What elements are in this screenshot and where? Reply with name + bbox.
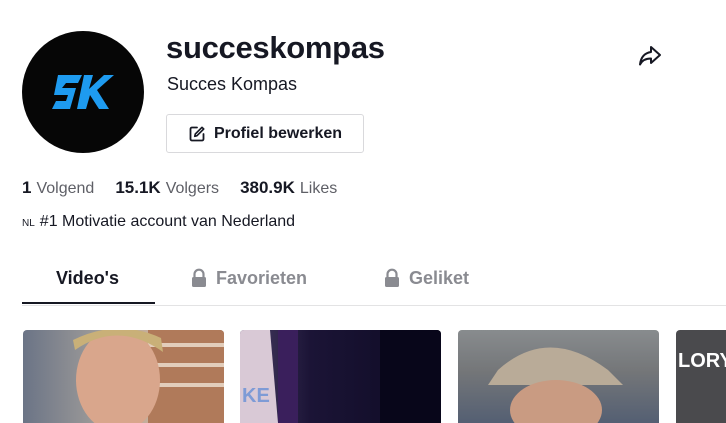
video-thumbnail[interactable]: LORY <box>676 330 726 423</box>
profile-username: succeskompas <box>166 30 385 65</box>
video-thumbnail[interactable] <box>458 330 659 423</box>
profile-tabs: Video's Favorieten Geliket <box>22 253 726 306</box>
share-icon <box>639 46 661 66</box>
tab-label: Video's <box>56 267 119 288</box>
stat-value: 15.1K <box>115 178 161 197</box>
stat-label: Volgers <box>165 180 220 197</box>
profile-stats: 1 Volgend 15.1K Volgers 380.9K Likes <box>22 178 358 198</box>
stat-label: Likes <box>299 180 338 197</box>
profile-nickname: Succes Kompas <box>167 74 298 94</box>
stat-value: 380.9K <box>240 178 295 197</box>
stat-label: Volgend <box>36 180 95 197</box>
sk-logo-icon <box>52 75 114 109</box>
profile-bio: NL #1 Motivatie account van Nederland <box>22 213 295 231</box>
share-button[interactable] <box>637 43 663 69</box>
edit-profile-button[interactable]: Profiel bewerken <box>166 114 364 153</box>
country-flag: NL <box>22 218 35 229</box>
tab-label: Geliket <box>409 267 470 288</box>
edit-icon <box>189 126 205 141</box>
active-tab-indicator <box>22 302 155 304</box>
video-thumbnail[interactable] <box>23 330 224 423</box>
stat-followers[interactable]: 15.1K Volgers <box>115 178 219 198</box>
lock-icon <box>385 268 399 287</box>
lock-icon <box>192 268 206 287</box>
video-grid: KE LORY <box>0 330 726 423</box>
video-thumbnail[interactable]: KE <box>240 330 441 423</box>
edit-profile-label: Profiel bewerken <box>213 124 343 142</box>
thumbnail-overlay-text: LORY <box>678 350 726 372</box>
bio-text: #1 Motivatie account van Nederland <box>39 213 296 230</box>
tab-videos[interactable]: Video's <box>56 253 119 303</box>
avatar[interactable] <box>22 31 144 153</box>
thumbnail-image <box>73 330 224 423</box>
tab-liked[interactable]: Geliket <box>383 253 469 303</box>
stat-likes: 380.9K Likes <box>240 178 337 198</box>
thumbnail-image <box>458 330 659 423</box>
tab-favorites[interactable]: Favorieten <box>190 253 307 303</box>
svg-text:KE: KE <box>242 385 270 407</box>
tab-label: Favorieten <box>216 267 308 288</box>
stat-following[interactable]: 1 Volgend <box>22 178 94 198</box>
thumbnail-image: KE <box>240 330 441 423</box>
stat-value: 1 <box>22 178 32 197</box>
